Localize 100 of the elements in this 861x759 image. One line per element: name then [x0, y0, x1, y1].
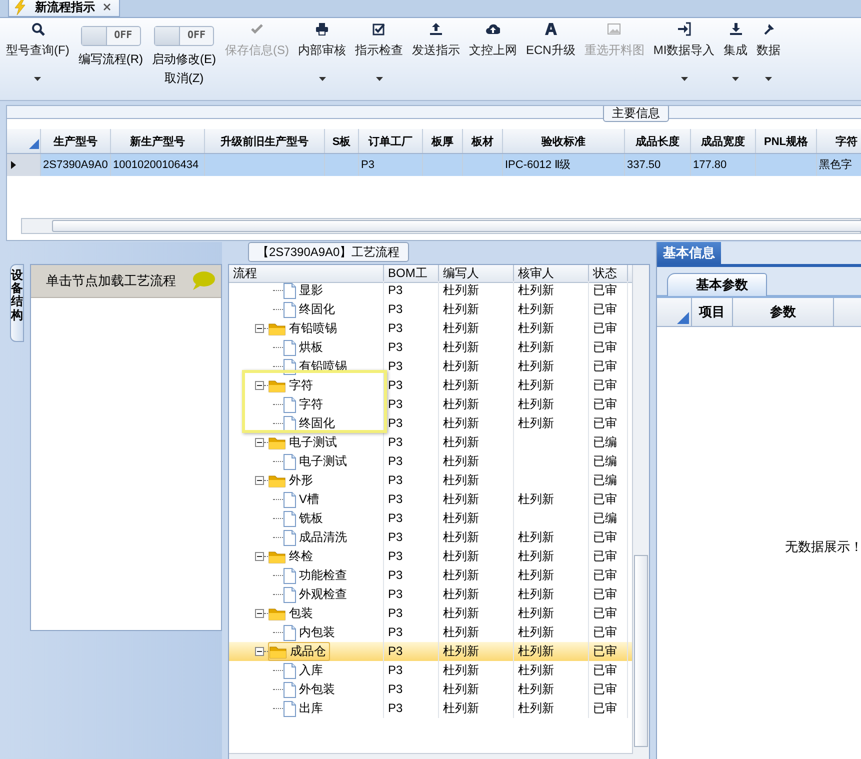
table-cell: P3	[388, 701, 403, 715]
tree-node[interactable]: V槽	[283, 491, 322, 508]
table-cell: 杜列新	[443, 321, 479, 335]
column-header: 新生产型号	[111, 129, 205, 153]
table-cell: 已编	[593, 511, 617, 525]
table-cell: 杜列新	[518, 302, 554, 316]
toolbar-button[interactable]: MI数据导入	[653, 18, 715, 100]
table-cell: P3	[388, 454, 403, 468]
sort-corner-icon	[29, 139, 39, 149]
table-cell: P3	[388, 283, 403, 297]
tree-node[interactable]: 外观检查	[283, 586, 350, 603]
close-icon[interactable]	[103, 3, 111, 11]
table-cell: 已审	[593, 378, 617, 392]
table-cell: 杜列新	[518, 530, 554, 544]
tree-node[interactable]: 电子测试	[283, 453, 350, 470]
tree-node[interactable]: 有铅喷锡	[268, 320, 340, 337]
document-icon	[283, 340, 296, 356]
tree-node[interactable]: 终固化	[283, 415, 338, 432]
printer-icon	[315, 22, 329, 36]
tree-node[interactable]: 电子测试	[268, 434, 340, 451]
table-cell: 杜列新	[443, 587, 479, 601]
tree-node[interactable]: 功能检查	[283, 567, 350, 584]
vertical-tab[interactable]: 设备结构	[10, 264, 24, 342]
document-tab[interactable]: 新流程指示	[8, 0, 120, 17]
table-cell: P3	[388, 492, 403, 506]
table-cell: 杜列新	[518, 663, 554, 677]
collapse-icon[interactable]	[255, 609, 264, 618]
table-cell: 177.80	[693, 159, 727, 171]
tree-node[interactable]: 成品仓	[268, 642, 330, 661]
table-cell: 已审	[593, 340, 617, 354]
folder-icon	[268, 473, 286, 488]
toolbar-button[interactable]: 内部审核	[298, 18, 346, 100]
toggle-switch[interactable]: OFF	[154, 26, 214, 46]
tree-node[interactable]: 入库	[283, 662, 326, 679]
tree-node[interactable]: 成品清洗	[283, 529, 350, 546]
panel-tab[interactable]: 基本信息	[657, 242, 721, 264]
collapse-icon[interactable]	[255, 476, 264, 485]
document-icon	[283, 396, 296, 412]
tree-node[interactable]: 外形	[268, 472, 316, 489]
tree-node[interactable]: 外包装	[283, 681, 338, 698]
vertical-scrollbar[interactable]	[632, 265, 649, 759]
document-icon	[283, 530, 296, 546]
column-header: 成品长度	[625, 129, 691, 153]
table-cell: 杜列新	[443, 644, 479, 658]
toolbar-button[interactable]: 发送指示	[412, 18, 460, 100]
sub-tab[interactable]: 基本参数	[667, 273, 767, 296]
table-cell: 杜列新	[518, 416, 554, 430]
table-cell: 杜列新	[443, 302, 479, 316]
tree-node[interactable]: 出库	[283, 700, 326, 717]
toolbar-button[interactable]: 集成	[724, 18, 748, 100]
tree-node[interactable]: 包装	[268, 605, 316, 622]
collapse-icon[interactable]	[255, 438, 264, 447]
tree-node[interactable]: 铣板	[283, 510, 326, 527]
tree-node[interactable]: 烘板	[283, 339, 326, 356]
document-icon	[283, 682, 296, 698]
tree-node[interactable]: 字符	[268, 377, 316, 394]
table-cell: 杜列新	[518, 359, 554, 373]
table-cell: 杜列新	[443, 340, 479, 354]
tree-node[interactable]: 内包装	[283, 624, 338, 641]
table-cell: P3	[388, 587, 403, 601]
sort-corner-icon	[677, 312, 689, 324]
collapse-icon[interactable]	[255, 647, 264, 656]
toolbar-button[interactable]: 数据	[756, 18, 781, 100]
document-icon	[283, 510, 296, 526]
table-cell: 已审	[593, 549, 617, 563]
table-cell: 杜列新	[443, 606, 479, 620]
toolbar-button[interactable]: 文控上网	[469, 18, 517, 100]
folder-icon	[268, 606, 286, 621]
tree-node[interactable]: 显影	[283, 282, 326, 299]
table-cell: 已编	[593, 473, 617, 487]
tree-node[interactable]: 终检	[268, 548, 316, 565]
table-cell: P3	[388, 606, 403, 620]
table-cell: 黑色字	[819, 159, 852, 171]
section-title: 主要信息	[603, 106, 669, 122]
table-cell: 杜列新	[518, 378, 554, 392]
column-header: 验收标准	[503, 129, 625, 153]
collapse-icon[interactable]	[255, 552, 264, 561]
table-cell: P3	[388, 340, 403, 354]
table-row[interactable]: 2S7390A9A0 10010200106434 P3 IPC-6012 Ⅱ级 337.50 177.80 黑色字	[7, 154, 861, 176]
tree-node[interactable]: 终固化	[283, 301, 338, 318]
toolbar-button[interactable]: 指示检查	[355, 18, 403, 100]
tree-node[interactable]: 字符	[283, 396, 326, 413]
table-cell: 已审	[593, 644, 617, 658]
column-header: 板厚	[423, 129, 463, 153]
table-cell: P3	[388, 511, 403, 525]
table-cell: P3	[388, 302, 403, 316]
collapse-icon[interactable]	[255, 324, 264, 333]
column-header: 升级前旧生产型号	[205, 129, 325, 153]
table-cell: 杜列新	[443, 568, 479, 582]
toolbar-button[interactable]: 型号查询(F)	[6, 18, 70, 100]
horizontal-scrollbar[interactable]	[21, 218, 861, 234]
table-cell: 杜列新	[443, 492, 479, 506]
collapse-icon[interactable]	[255, 381, 264, 390]
folder-icon	[268, 378, 286, 393]
document-icon	[283, 302, 296, 318]
table-cell: 已编	[593, 454, 617, 468]
toggle-switch[interactable]: OFF	[80, 26, 141, 46]
column-header: 成品宽度	[691, 129, 756, 153]
toolbar-button[interactable]: ECN升级	[526, 18, 576, 100]
table-cell: 杜列新	[443, 625, 479, 639]
